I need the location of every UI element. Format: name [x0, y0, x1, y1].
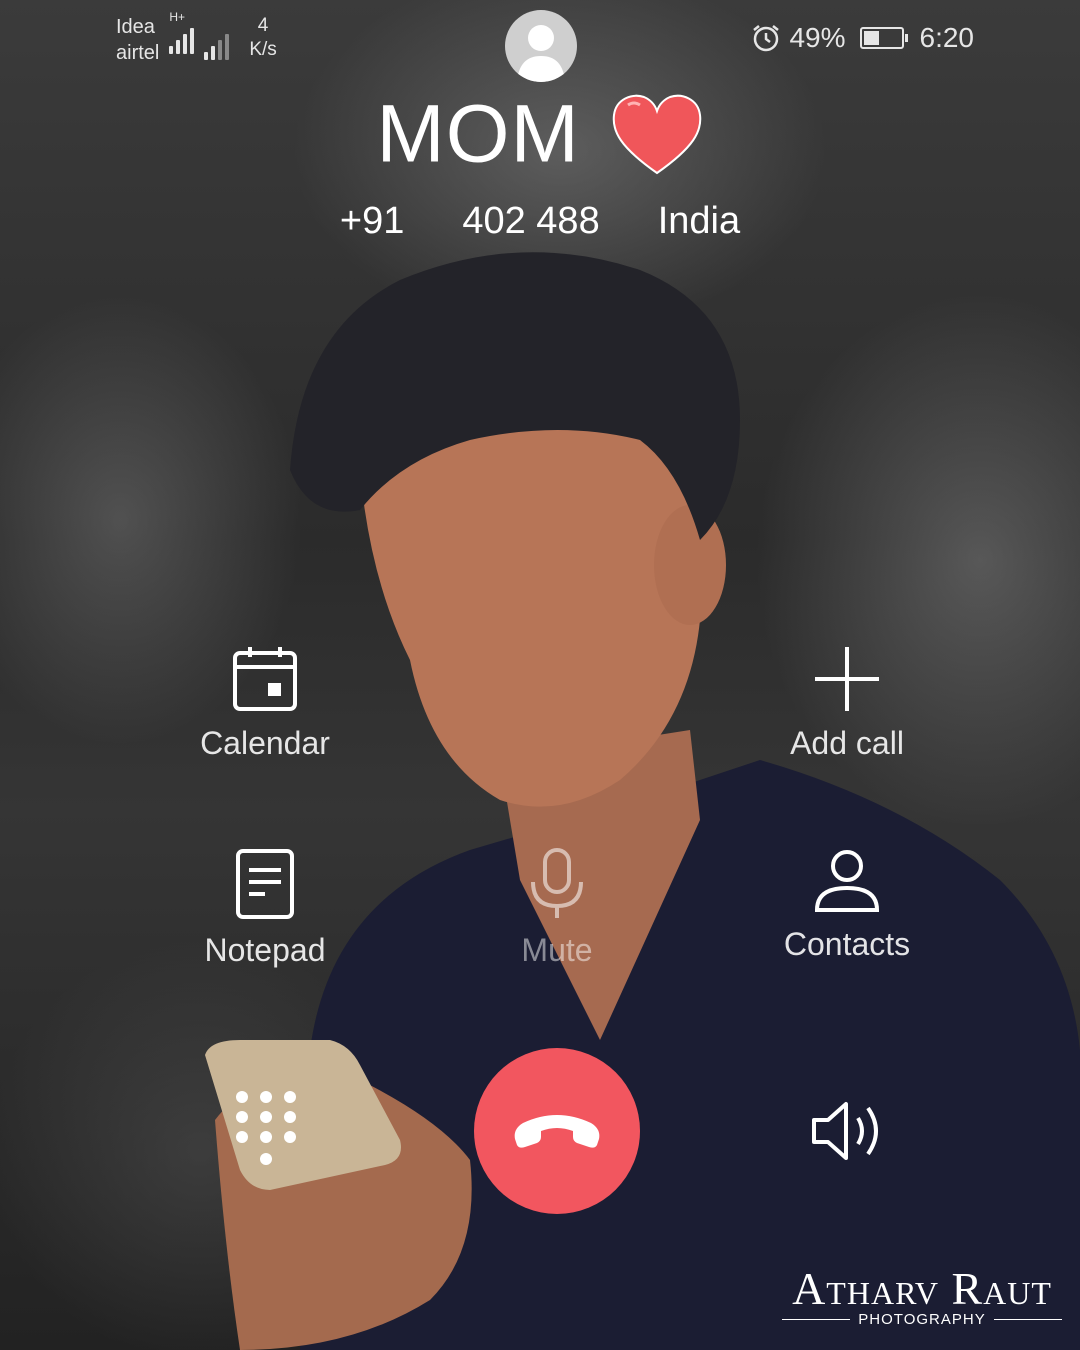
battery-percent: 49%: [789, 22, 846, 53]
add-call-label: Add call: [790, 725, 904, 761]
caller-name: MOM: [0, 82, 1080, 181]
caller-location: India: [657, 200, 741, 242]
watermark-subtitle: PHOTOGRAPHY: [858, 1311, 986, 1328]
speed-value: 4: [257, 15, 269, 36]
person-avatar-icon: [505, 10, 577, 82]
microphone-icon: [531, 848, 583, 918]
dialpad-icon[interactable]: [228, 1085, 304, 1171]
person-icon: [814, 850, 880, 912]
divider: [782, 1319, 851, 1320]
watermark-name: Atharv Raut: [792, 1263, 1052, 1314]
calendar-icon: [233, 647, 297, 711]
calendar-label: Calendar: [200, 725, 330, 761]
add-call-button[interactable]: Add call: [737, 645, 957, 762]
status-bar-left: Idea airtel H+ 4 K/s: [116, 10, 277, 66]
signal-strength-icon: [169, 22, 195, 54]
network-speed: 4 K/s: [249, 14, 276, 62]
mute-button[interactable]: Mute: [447, 848, 667, 969]
plus-icon: [815, 647, 879, 711]
battery-level-fill: [863, 31, 880, 45]
signal-1-group: H+: [169, 10, 195, 54]
heart-icon: [612, 95, 701, 175]
speaker-icon[interactable]: [808, 1098, 888, 1164]
divider: [993, 1319, 1063, 1320]
clock-time: 6:20: [919, 22, 975, 53]
contacts-label: Contacts: [783, 926, 911, 962]
hang-up-icon: [514, 1115, 600, 1148]
end-call-button[interactable]: [474, 1048, 640, 1214]
notepad-label: Notepad: [204, 932, 326, 968]
contacts-button[interactable]: Contacts: [737, 848, 957, 963]
network-type: H+: [169, 10, 186, 24]
carrier-2: airtel: [116, 42, 160, 64]
alarm-clock-icon: [753, 25, 780, 52]
calendar-button[interactable]: Calendar: [155, 645, 375, 762]
status-bar-right: 49% 6:20: [751, 22, 974, 54]
notepad-button[interactable]: Notepad: [155, 848, 375, 969]
speed-unit: K/s: [249, 39, 277, 60]
photographer-watermark: Atharv Raut PHOTOGRAPHY: [782, 1262, 1063, 1328]
country-code: +91: [339, 200, 405, 242]
phone-number: 402 488: [462, 200, 600, 242]
notepad-icon: [236, 849, 294, 919]
mute-label: Mute: [521, 932, 593, 968]
caller-name-text: MOM: [376, 88, 580, 180]
carrier-names: Idea airtel: [116, 14, 159, 66]
caller-number-row: +91 402 488 India: [0, 200, 1080, 243]
carrier-1: Idea: [116, 16, 155, 38]
signal-strength-2-icon: [204, 28, 230, 60]
battery-icon: [859, 27, 908, 49]
